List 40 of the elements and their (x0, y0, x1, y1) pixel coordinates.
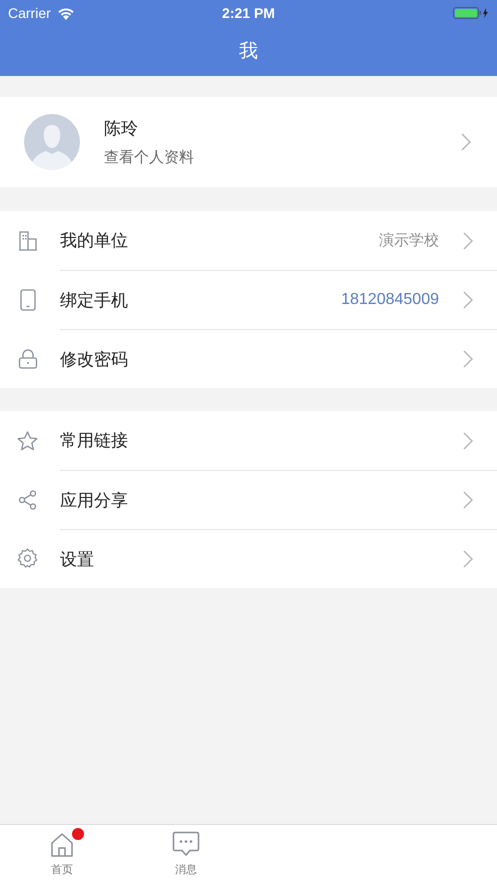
share-icon (18, 490, 38, 510)
row-label: 我的单位 (60, 230, 128, 252)
phone-icon (20, 288, 36, 310)
carrier-name: Carrier (8, 5, 51, 21)
chevron-icon (463, 432, 473, 450)
row-label: 设置 (60, 548, 94, 570)
menu-row[interactable]: 绑定手机 18120845009 (0, 270, 497, 329)
page-title: 我 (239, 39, 258, 64)
status-time: 2:21 PM (222, 5, 275, 21)
user-name: 陈玲 (104, 118, 139, 140)
row-label: 常用链接 (60, 430, 128, 452)
chevron-icon (463, 491, 473, 509)
menu-row[interactable]: 设置 (0, 529, 497, 588)
home-icon (50, 832, 74, 858)
tab-item[interactable]: 消息 (124, 825, 248, 883)
message-icon (172, 831, 200, 858)
menu-row[interactable]: 我的单位 演示学校 (0, 211, 497, 270)
avatar-icon (24, 114, 80, 170)
chevron-icon (463, 232, 473, 250)
chevron-icon (461, 133, 471, 151)
row-label: 应用分享 (60, 490, 128, 512)
settings-icon (17, 548, 38, 569)
menu-row[interactable]: 常用链接 (0, 411, 497, 470)
row-value: 18120845009 (341, 291, 439, 309)
lock-icon (18, 348, 38, 368)
menu-row[interactable]: 修改密码 (0, 329, 497, 388)
chevron-icon (463, 350, 473, 368)
chevron-icon (463, 291, 473, 309)
profile-row[interactable]: 陈玲 查看个人资料 (0, 97, 497, 187)
row-label: 绑定手机 (60, 290, 128, 312)
row-label: 修改密码 (60, 348, 128, 370)
profile-subtitle: 查看个人资料 (104, 148, 194, 167)
star-icon (17, 430, 38, 450)
wifi-icon (56, 6, 75, 20)
battery-icon (453, 6, 489, 20)
tab-item[interactable]: 首页 (0, 825, 124, 883)
chevron-icon (463, 550, 473, 568)
menu-row[interactable]: 应用分享 (0, 470, 497, 529)
building-icon (18, 230, 38, 250)
row-value: 演示学校 (379, 231, 439, 250)
